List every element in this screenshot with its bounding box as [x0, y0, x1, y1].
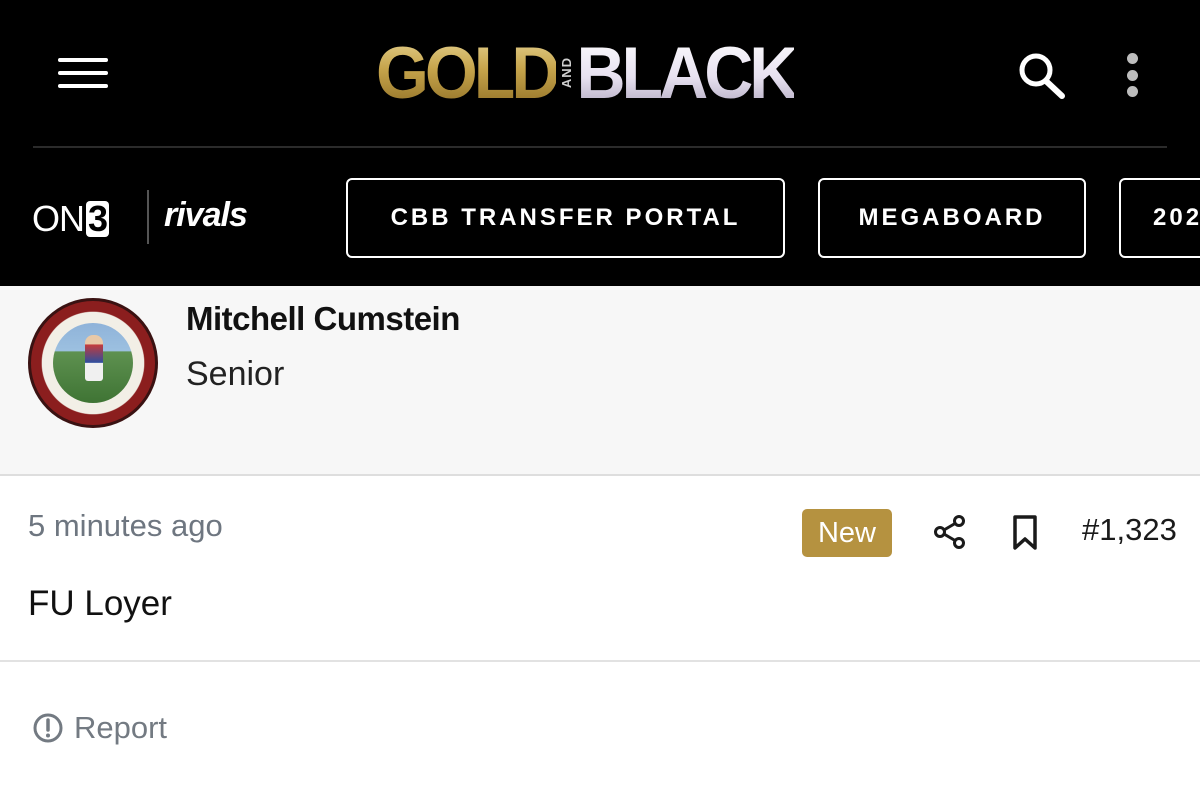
header-divider — [33, 146, 1167, 148]
site-logo[interactable]: GOLD AND BLACK — [376, 32, 798, 114]
post-number-link[interactable]: #1,323 — [1082, 512, 1177, 548]
dot — [1126, 69, 1138, 81]
search-icon[interactable] — [1014, 50, 1070, 100]
avatar-figure — [85, 335, 103, 381]
hamburger-menu-icon[interactable] — [58, 50, 116, 96]
logo-black-text: BLACK — [576, 31, 798, 115]
site-header: GOLD AND BLACK ON 3 rivals CBB TRANSFER … — [0, 0, 1200, 286]
more-options-icon[interactable] — [1118, 50, 1146, 100]
nav-pill-cbb-transfer-portal[interactable]: CBB TRANSFER PORTAL — [346, 178, 785, 258]
avatar[interactable] — [28, 298, 158, 428]
menu-bar — [58, 58, 108, 62]
post-author-block — [0, 286, 1200, 476]
rivals-logo[interactable]: rivals — [164, 196, 248, 235]
post-timestamp: 5 minutes ago — [28, 508, 223, 543]
author-name[interactable]: Mitchell Cumstein — [186, 300, 460, 338]
nav-pill-202[interactable]: 202 — [1119, 178, 1200, 258]
logo-gold-text: GOLD — [376, 31, 560, 115]
author-rank: Senior — [186, 355, 285, 393]
new-badge: New — [802, 509, 892, 557]
dot — [1126, 86, 1138, 97]
on3-suffix: 3 — [86, 198, 110, 239]
post-divider — [0, 660, 1200, 662]
logo-and-text: AND — [559, 57, 575, 89]
report-label: Report — [74, 710, 168, 745]
bookmark-icon[interactable] — [1010, 514, 1040, 552]
share-icon[interactable] — [932, 514, 968, 550]
nav-pill-megaboard[interactable]: MEGABOARD — [818, 178, 1086, 258]
dot — [1126, 53, 1138, 64]
menu-bar — [58, 71, 108, 75]
alert-circle-icon — [33, 713, 63, 743]
report-button[interactable]: Report — [32, 708, 167, 748]
brand-separator — [147, 190, 149, 244]
on3-logo[interactable]: ON 3 — [32, 198, 110, 240]
on3-prefix: ON — [32, 198, 85, 239]
menu-bar — [58, 84, 108, 88]
post-body: FU Loyer — [28, 584, 172, 623]
